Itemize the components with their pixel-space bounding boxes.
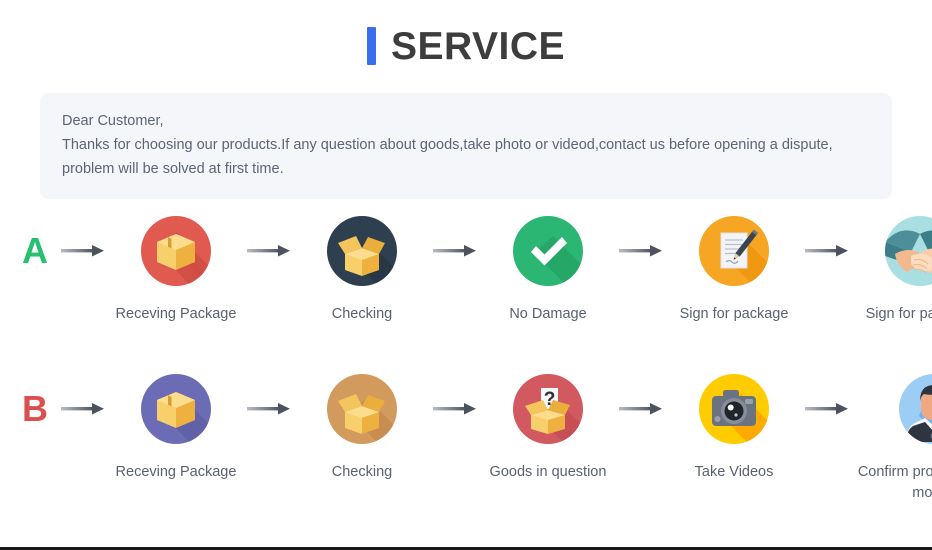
step-label: Sign for package	[865, 306, 932, 322]
camera-icon	[695, 370, 773, 448]
step-receiving-package-b: Receving Package	[110, 370, 242, 483]
step-checking-a: Checking	[296, 212, 428, 325]
right-arrow-icon	[614, 212, 668, 290]
right-arrow-icon	[56, 370, 110, 448]
step-label: Checking	[331, 464, 393, 480]
customer-notice-panel: Dear Customer, Thanks for choosing our p…	[40, 93, 892, 199]
notice-line-3: problem will be solved at first time.	[62, 161, 284, 177]
step-label: Receving Package	[115, 464, 237, 480]
step-label: Receving Package	[115, 306, 237, 322]
step-label: No Damage	[509, 306, 587, 322]
step-take-videos: Take Videos	[668, 370, 800, 483]
open-box-icon	[323, 370, 401, 448]
step-sign-for-package-2: Sign for package	[854, 212, 932, 325]
closed-box-icon	[137, 212, 215, 290]
title-accent-bar	[366, 27, 376, 65]
question-box-icon: ?	[509, 370, 587, 448]
step-label: Take Videos	[694, 464, 774, 480]
step-confirm-refund: Confirm problem,refund money	[854, 370, 932, 504]
right-arrow-icon	[242, 212, 296, 290]
open-box-icon	[323, 212, 401, 290]
sign-document-icon	[695, 212, 773, 290]
step-checking-b: Checking	[296, 370, 428, 483]
step-no-damage: No Damage	[482, 212, 614, 325]
right-arrow-icon	[56, 212, 110, 290]
step-label: Confirm problem,refund money	[857, 464, 932, 501]
check-mark-icon	[509, 212, 587, 290]
step-sign-for-package-1: Sign for package	[668, 212, 800, 325]
step-label: Sign for package	[679, 306, 789, 322]
flow-letter-b: B	[22, 388, 48, 429]
service-page: SERVICE Dear Customer, Thanks for choosi…	[0, 0, 932, 550]
person-support-icon	[895, 370, 932, 448]
flow-letter-a: A	[22, 230, 48, 271]
right-arrow-icon	[800, 370, 854, 448]
step-label: Checking	[331, 306, 393, 322]
flow-row-b: B Receving Package Checking ? Goods in q…	[0, 370, 932, 504]
right-arrow-icon	[428, 370, 482, 448]
handshake-icon	[881, 212, 932, 290]
right-arrow-icon	[428, 212, 482, 290]
step-goods-in-question: ? Goods in question	[482, 370, 614, 483]
notice-line-2: Thanks for choosing our products.If any …	[62, 137, 833, 153]
closed-box-icon	[137, 370, 215, 448]
flow-row-a: A Receving Package Checking No Damage Si…	[0, 212, 932, 325]
step-label: Goods in question	[489, 464, 607, 480]
step-receiving-package-a: Receving Package	[110, 212, 242, 325]
right-arrow-icon	[800, 212, 854, 290]
page-title: SERVICE	[0, 0, 932, 92]
right-arrow-icon	[614, 370, 668, 448]
page-title-text: SERVICE	[390, 24, 565, 68]
right-arrow-icon	[242, 370, 296, 448]
notice-greeting: Dear Customer,	[62, 113, 164, 129]
